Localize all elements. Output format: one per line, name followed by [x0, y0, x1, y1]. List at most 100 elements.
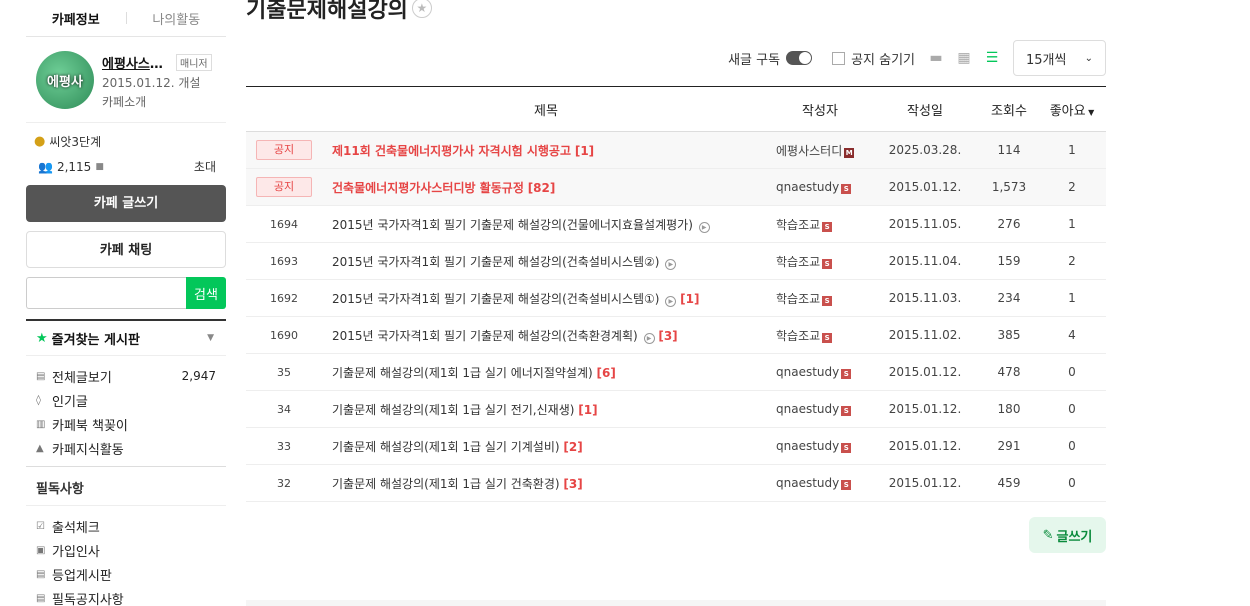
- flame-icon: ◊: [36, 394, 41, 406]
- hide-notice-checkbox[interactable]: [832, 51, 846, 65]
- article-title-link[interactable]: 기출문제 해설강의(제1회 1급 실기 건축환경): [332, 477, 560, 491]
- search-button[interactable]: 검색: [186, 277, 226, 309]
- comment-count[interactable]: [6]: [597, 366, 616, 380]
- comment-count[interactable]: [1]: [575, 144, 594, 158]
- author-name[interactable]: qnaestudy: [776, 402, 839, 416]
- table-row[interactable]: 1694 2015년 국가자격1회 필기 기출문제 해설강의(건물에너지효율설계평…: [246, 206, 1106, 243]
- grid-view-icon[interactable]: ▦: [957, 51, 971, 65]
- lock-icon: ■: [95, 161, 104, 172]
- level-label: 씨앗3단계: [49, 135, 102, 149]
- table-row[interactable]: 1692 2015년 국가자격1회 필기 기출문제 해설강의(건축설비시스템①) …: [246, 280, 1106, 317]
- cell-title: 2015년 국가자격1회 필기 기출문제 해설강의(건축설비시스템②) ▶: [322, 243, 770, 280]
- play-icon: ▶: [665, 258, 677, 270]
- search-input[interactable]: [26, 277, 186, 309]
- article-title-link[interactable]: 기출문제 해설강의(제1회 1급 실기 전기,신재생): [332, 403, 574, 417]
- author-name[interactable]: qnaestudy: [776, 439, 839, 453]
- article-title-link[interactable]: 2015년 국가자격1회 필기 기출문제 해설강의(건축환경계획): [332, 329, 638, 343]
- author-name[interactable]: 학습조교: [776, 292, 820, 306]
- cell-author: qnaestudy S: [770, 391, 870, 428]
- author-name[interactable]: 학습조교: [776, 329, 820, 343]
- cell-views: 478: [997, 365, 1021, 379]
- list-view-icon[interactable]: ▬: [929, 51, 943, 65]
- hide-notice-label[interactable]: 공지 숨기기: [851, 49, 915, 68]
- author-name[interactable]: qnaestudy: [776, 365, 839, 379]
- write-button[interactable]: ✎ 글쓰기: [1029, 517, 1106, 553]
- cafe-intro-link[interactable]: 카페소개: [102, 93, 222, 110]
- cell-no: 33: [246, 428, 322, 465]
- column-likes[interactable]: 좋아요 ▼: [1038, 87, 1106, 132]
- required-board-list: ☑ 출석체크 ▣ 가입인사 ▤ 등업게시판 ▤ 필독공지사항: [26, 506, 226, 606]
- comment-count[interactable]: [1]: [578, 403, 597, 417]
- board-item-knowledge[interactable]: ▲ 카페지식활동: [36, 436, 226, 460]
- invite-link[interactable]: 초대: [194, 158, 216, 175]
- caret-down-icon[interactable]: ▼: [207, 333, 214, 343]
- article-title-link[interactable]: 2015년 국가자격1회 필기 기출문제 해설강의(건축설비시스템①): [332, 292, 659, 306]
- table-row[interactable]: 32 기출문제 해설강의(제1회 1급 실기 건축환경) [3] qnaestudy…: [246, 465, 1106, 502]
- cell-title: 2015년 국가자격1회 필기 기출문제 해설강의(건축설비시스템①) ▶ [1…: [322, 280, 770, 317]
- board-title: 기출문제해설강의: [246, 0, 408, 23]
- comment-count[interactable]: [1]: [680, 292, 699, 306]
- subscribe-toggle[interactable]: [786, 51, 813, 65]
- play-icon: ▶: [643, 332, 655, 344]
- member-grade-icon: S: [841, 184, 852, 194]
- table-row[interactable]: 1690 2015년 국가자격1회 필기 기출문제 해설강의(건축환경계획) ▶ …: [246, 317, 1106, 354]
- author-name[interactable]: 학습조교: [776, 255, 820, 269]
- comment-count[interactable]: [3]: [658, 329, 677, 343]
- cell-no: 1694: [246, 206, 322, 243]
- cafe-name[interactable]: 에평사스터디방: [102, 53, 168, 72]
- article-table: 제목 작성자 작성일 조회수 좋아요 ▼ 공지 제11회 건축물에너지평가사 자격…: [246, 86, 1106, 502]
- article-number: 1692: [270, 292, 298, 305]
- comment-count[interactable]: [82]: [528, 181, 556, 195]
- article-title-link[interactable]: 기출문제 해설강의(제1회 1급 실기 에너지절약설계): [332, 366, 593, 380]
- board-item-attendance[interactable]: ☑ 출석체크: [36, 514, 226, 538]
- cafe-logo[interactable]: 에평사: [36, 51, 94, 109]
- cafe-name-row: 에평사스터디방 매니저: [102, 53, 222, 72]
- board-item-bookshelf[interactable]: ▥ 카페북 책꽂이: [36, 412, 226, 436]
- comment-count[interactable]: [2]: [563, 440, 582, 454]
- cell-likes: 0: [1068, 365, 1076, 379]
- board-item-popular[interactable]: ◊ 인기글: [36, 388, 226, 412]
- cafe-search: 검색: [26, 277, 226, 309]
- star-icon: ★: [36, 330, 48, 346]
- author-name[interactable]: 학습조교: [776, 218, 820, 232]
- column-views: 조회수: [991, 103, 1027, 119]
- article-title-link[interactable]: 건축물에너지평가사스터디방 활동규정: [332, 181, 524, 195]
- member-count[interactable]: 2,115: [57, 160, 91, 174]
- cell-date: 2015.11.04.: [888, 254, 962, 268]
- cell-author: qnaestudy S: [770, 465, 870, 502]
- article-title-link[interactable]: 2015년 국가자격1회 필기 기출문제 해설강의(건물에너지효율설계평가): [332, 218, 693, 232]
- favorite-boards-header[interactable]: ★ 즐겨찾는 게시판 ▼: [26, 319, 226, 356]
- article-title-link[interactable]: 2015년 국가자격1회 필기 기출문제 해설강의(건축설비시스템②): [332, 255, 659, 269]
- table-row[interactable]: 34 기출문제 해설강의(제1회 1급 실기 전기,신재생) [1] qnaestu…: [246, 391, 1106, 428]
- cafe-write-button[interactable]: 카페 글쓰기: [26, 185, 226, 222]
- board-label: 출석체크: [52, 520, 100, 536]
- member-grade-icon: S: [822, 332, 833, 343]
- author-name[interactable]: 에평사스터디: [776, 144, 842, 158]
- author-name[interactable]: qnaestudy: [776, 180, 839, 194]
- board-item-all[interactable]: ▤ 전체글보기 2,947: [36, 364, 226, 388]
- cell-title: 기출문제 해설강의(제1회 1급 실기 전기,신재생) [1]: [322, 391, 770, 428]
- table-row[interactable]: 1693 2015년 국가자격1회 필기 기출문제 해설강의(건축설비시스템②) …: [246, 243, 1106, 280]
- table-row[interactable]: 33 기출문제 해설강의(제1회 1급 실기 기계설비) [2] qnaestudy…: [246, 428, 1106, 465]
- table-row[interactable]: 35 기출문제 해설강의(제1회 1급 실기 에너지절약설계) [6] qnaest…: [246, 354, 1106, 391]
- cell-likes: 1: [1068, 217, 1076, 231]
- table-row[interactable]: 공지 건축물에너지평가사스터디방 활동규정 [82] qnaestudy S 2015.…: [246, 168, 1106, 206]
- tab-cafe-info[interactable]: 카페정보: [26, 9, 126, 28]
- article-title-link[interactable]: 제11회 건축물에너지평가사 자격시험 시행공고: [332, 144, 571, 158]
- cell-no: 공지: [246, 169, 322, 206]
- manager-badge: 매니저: [176, 54, 212, 71]
- tab-my-activity[interactable]: 나의활동: [127, 9, 227, 28]
- article-title-link[interactable]: 기출문제 해설강의(제1회 1급 실기 기계설비): [332, 440, 560, 454]
- star-icon[interactable]: ★: [411, 0, 432, 18]
- cell-author: qnaestudy S: [770, 354, 870, 391]
- comment-count[interactable]: [3]: [563, 477, 582, 491]
- per-page-select[interactable]: 15개씩 ⌄: [1013, 40, 1106, 76]
- table-row[interactable]: 공지 제11회 건축물에너지평가사 자격시험 시행공고 [1] 에평사스터디 M 202…: [246, 131, 1106, 169]
- author-name[interactable]: qnaestudy: [776, 476, 839, 490]
- board-item-levelup[interactable]: ▤ 등업게시판: [36, 562, 226, 586]
- cell-views: 114: [997, 143, 1021, 157]
- board-item-notice[interactable]: ▤ 필독공지사항: [36, 586, 226, 606]
- board-item-greeting[interactable]: ▣ 가입인사: [36, 538, 226, 562]
- cafe-chat-button[interactable]: 카페 채팅: [26, 231, 226, 268]
- detail-list-view-icon[interactable]: ☰: [985, 51, 999, 65]
